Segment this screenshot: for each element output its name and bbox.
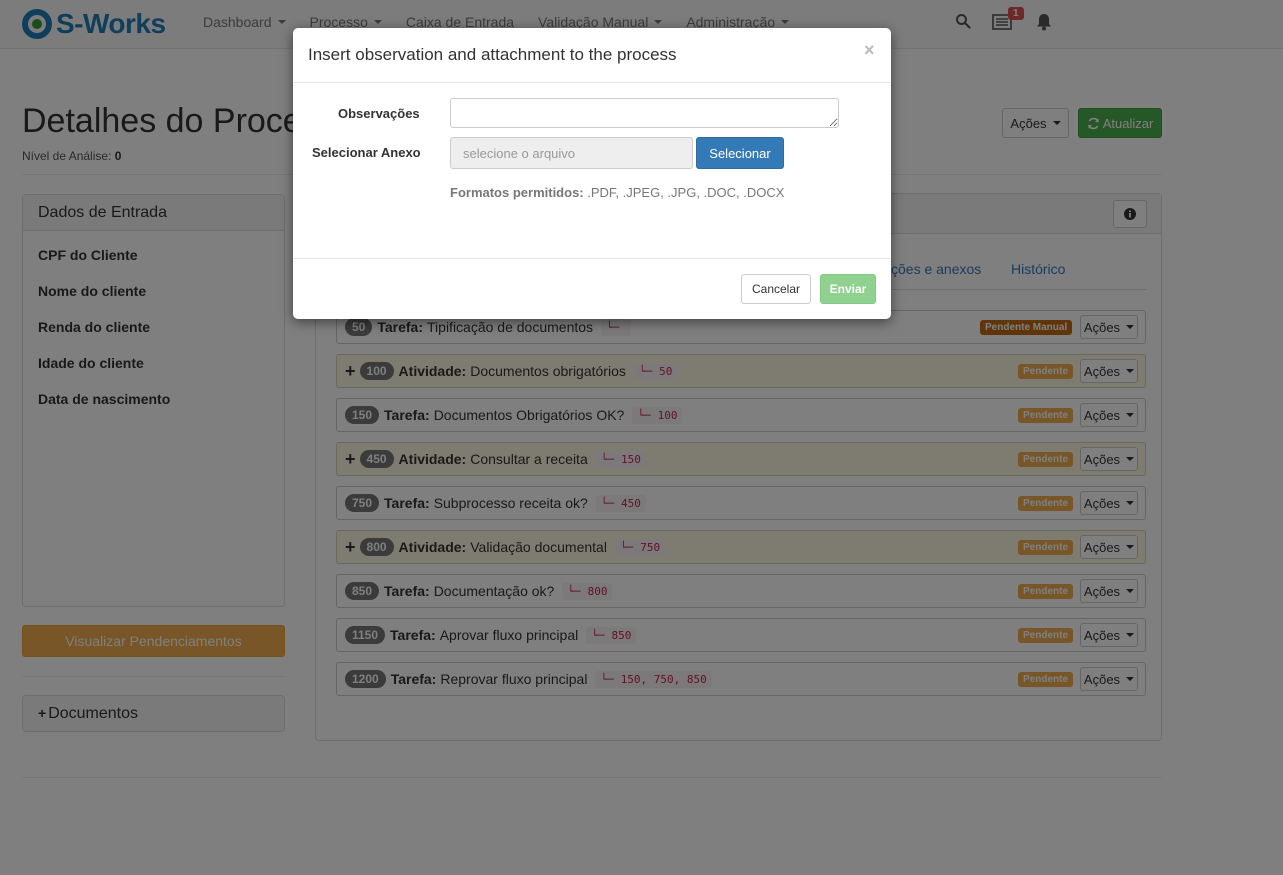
modal-footer-divider xyxy=(293,258,891,259)
submit-button[interactable]: Enviar xyxy=(820,274,876,304)
allowed-formats-label: Formatos permitidos: xyxy=(450,185,584,200)
close-icon[interactable]: × xyxy=(864,40,875,61)
observacoes-textarea[interactable] xyxy=(450,98,839,128)
selecionar-anexo-label: Selecionar Anexo xyxy=(312,145,421,160)
allowed-formats: Formatos permitidos: .PDF, .JPEG, .JPG, … xyxy=(450,185,784,200)
select-file-button[interactable]: Selecionar xyxy=(696,137,784,169)
file-path-input[interactable] xyxy=(450,137,693,169)
allowed-formats-value: .PDF, .JPEG, .JPG, .DOC, .DOCX xyxy=(587,185,785,200)
cancel-button[interactable]: Cancelar xyxy=(741,274,811,304)
modal-header-divider xyxy=(293,82,891,83)
modal-title: Insert observation and attachment to the… xyxy=(308,45,677,64)
observation-attachment-modal: Insert observation and attachment to the… xyxy=(293,28,891,319)
observacoes-label: Observações xyxy=(338,106,420,121)
